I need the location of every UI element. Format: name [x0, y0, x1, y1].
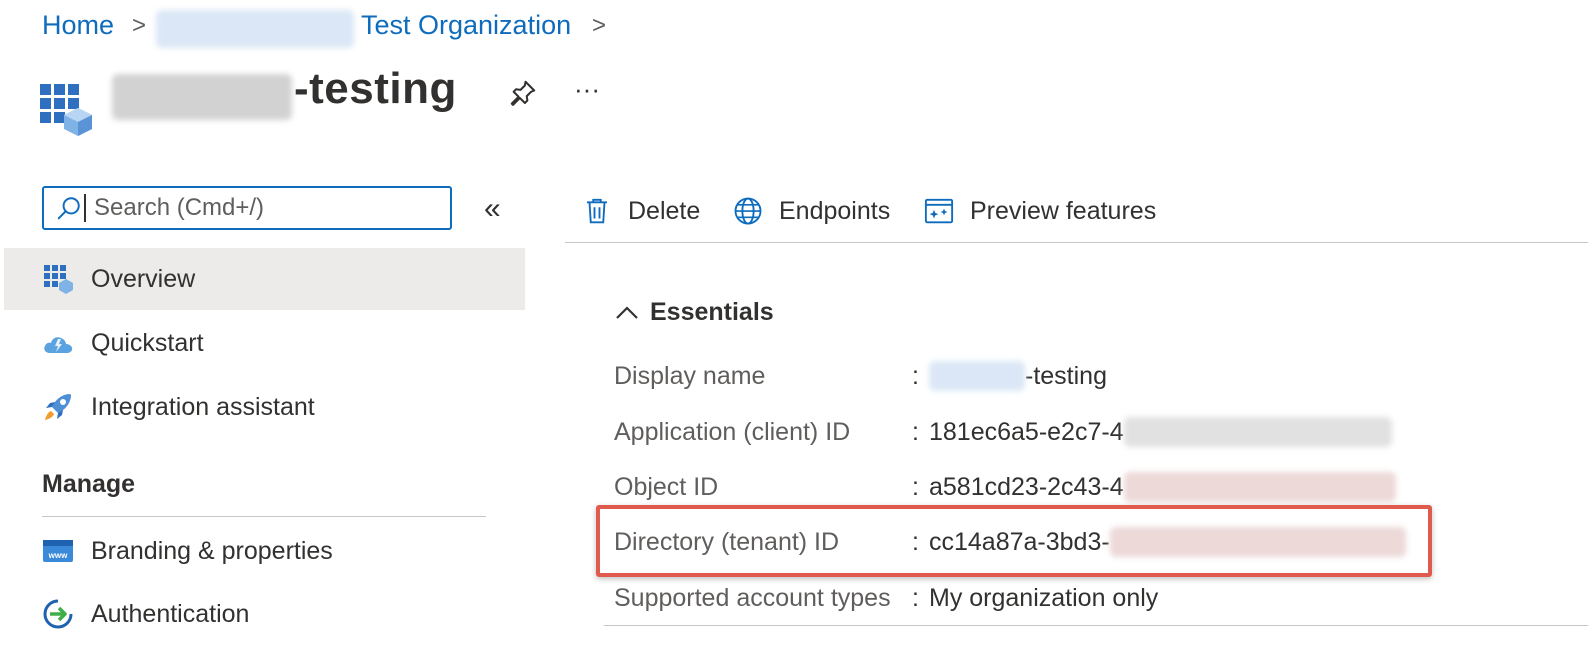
preview-features-icon [924, 198, 954, 224]
redacted-value [1123, 417, 1392, 447]
text-caret [84, 194, 86, 222]
auth-arrow-icon [43, 599, 73, 629]
nav-item-label: Branding & properties [91, 536, 333, 565]
breadcrumb-org[interactable]: Test Organization [361, 10, 571, 41]
essentials-row-account-types: Supported account types : My organizatio… [614, 578, 1158, 618]
app-grid-icon [44, 265, 73, 294]
colon: : [912, 417, 919, 446]
preview-features-button[interactable]: Preview features [924, 190, 1156, 232]
essentials-toggle[interactable]: Essentials [614, 298, 774, 327]
endpoints-label: Endpoints [779, 196, 891, 225]
manage-section-header: Manage [42, 470, 136, 498]
svg-text:www: www [48, 551, 68, 560]
rocket-icon [45, 394, 71, 420]
preview-features-label: Preview features [970, 196, 1157, 225]
redacted-value [1123, 472, 1396, 502]
divider [604, 625, 1588, 626]
chevron-right-icon: > [132, 12, 147, 39]
nav-item-label: Quickstart [91, 328, 204, 357]
essentials-key: Object ID [614, 472, 719, 501]
essentials-key: Supported account types [614, 583, 891, 612]
cloud-icon [44, 337, 73, 353]
divider [565, 242, 1588, 243]
pin-icon[interactable] [508, 78, 538, 108]
essentials-header: Essentials [650, 298, 774, 326]
collapse-menu-button[interactable]: « [484, 192, 501, 226]
search-icon [57, 197, 80, 220]
redacted-app-name [112, 74, 292, 120]
nav-item-branding[interactable]: www Branding & properties [0, 520, 525, 582]
app-registration-icon [40, 84, 92, 136]
trash-icon [587, 198, 607, 224]
delete-button[interactable]: Delete [582, 190, 700, 232]
page-title: -testing [294, 64, 457, 113]
divider [42, 516, 486, 517]
search-box[interactable] [42, 186, 452, 230]
account-types-link[interactable]: My organization only [929, 584, 1158, 613]
essentials-row-object-id: Object ID : a581cd23-2c43-4 [614, 467, 1396, 507]
redacted-breadcrumb [156, 10, 354, 48]
chevron-right-icon: > [592, 12, 607, 39]
colon: : [912, 361, 919, 390]
colon: : [912, 583, 919, 612]
essentials-row-client-id: Application (client) ID : 181ec6a5-e2c7-… [614, 412, 1392, 452]
chevron-up-icon [616, 305, 638, 319]
essentials-row-display-name: Display name : -testing [614, 356, 1107, 396]
essentials-key: Display name [614, 361, 766, 390]
nav-item-integration-assistant[interactable]: Integration assistant [0, 376, 525, 438]
display-name-link[interactable]: -testing [1025, 362, 1107, 391]
colon: : [912, 472, 919, 501]
more-options-button[interactable]: ··· [574, 74, 600, 105]
redacted-value [929, 361, 1025, 391]
nav-item-authentication[interactable]: Authentication [0, 583, 525, 645]
essentials-key: Application (client) ID [614, 417, 851, 446]
www-icon: www [43, 540, 73, 562]
highlight-box [596, 505, 1432, 577]
object-id-value[interactable]: a581cd23-2c43-4 [929, 473, 1124, 502]
client-id-value[interactable]: 181ec6a5-e2c7-4 [929, 418, 1124, 447]
delete-label: Delete [628, 196, 701, 225]
nav-item-overview[interactable]: Overview [4, 248, 525, 310]
breadcrumb: Home > Test Organization > [0, 0, 700, 50]
nav-item-label: Authentication [91, 599, 250, 628]
breadcrumb-home[interactable]: Home [42, 10, 114, 41]
nav-item-label: Integration assistant [91, 392, 315, 421]
endpoints-button[interactable]: Endpoints [733, 190, 890, 232]
nav-item-quickstart[interactable]: Quickstart [0, 312, 525, 374]
search-input[interactable] [92, 193, 436, 223]
globe-icon [734, 197, 762, 225]
nav-item-label: Overview [91, 264, 196, 293]
